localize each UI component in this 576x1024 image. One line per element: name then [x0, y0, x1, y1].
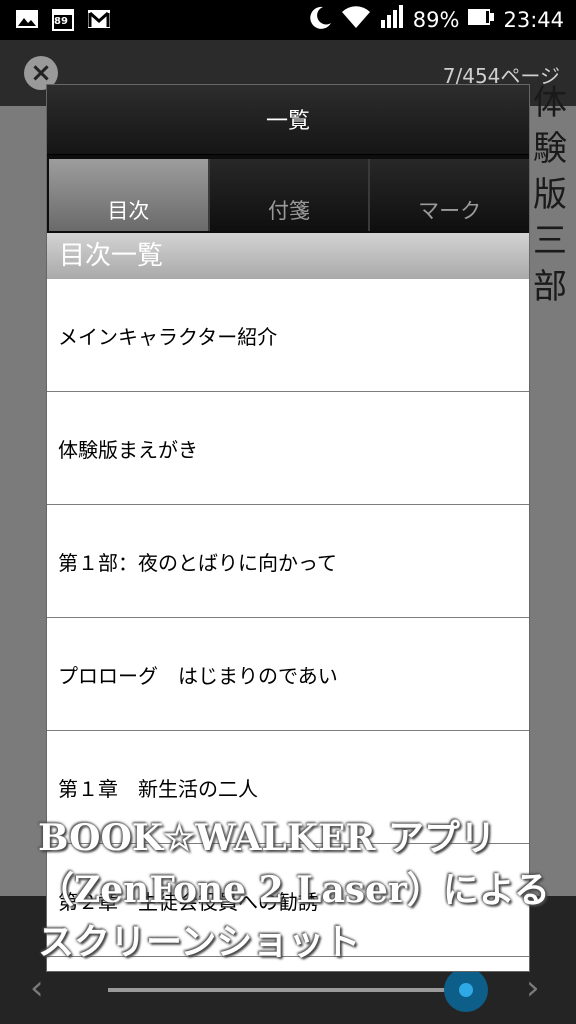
list-item[interactable]: メインキャラクター紹介	[47, 279, 529, 392]
tab-sticky-notes[interactable]: 付箋	[209, 159, 371, 231]
page-slider-thumb[interactable]	[444, 968, 488, 1012]
tab-marks[interactable]: マーク	[370, 159, 529, 231]
page-slider[interactable]	[108, 988, 474, 992]
list-item[interactable]: プロローグ はじまりのであい	[47, 618, 529, 731]
caption-overlay: BOOK☆WALKER アプリ （ZenFone 2 Laser）による スクリ…	[38, 812, 558, 968]
moon-icon	[307, 4, 333, 35]
tab-bar: 目次 付箋 マーク	[49, 159, 529, 231]
battery-percent: 89%	[412, 7, 460, 32]
image-icon	[14, 6, 40, 32]
reader-text-strip: 体験版三部	[533, 83, 567, 307]
dialog-title: 一覧	[47, 85, 529, 155]
caption-line-1: BOOK☆WALKER アプリ	[38, 817, 496, 859]
clock: 23:44	[503, 7, 564, 32]
calendar-icon: 89	[50, 6, 76, 32]
caption-line-3: スクリーンショット	[38, 921, 361, 963]
gmail-icon	[86, 6, 112, 32]
wifi-icon	[341, 4, 371, 35]
battery-icon	[467, 6, 495, 33]
list-item[interactable]: 体験版まえがき	[47, 392, 529, 505]
caption-line-2: （ZenFone 2 Laser）による	[38, 869, 550, 911]
signal-icon	[379, 4, 405, 35]
prev-page-icon[interactable]: ‹	[30, 968, 44, 1008]
status-bar: 89 89% 23:44	[0, 0, 576, 40]
calendar-day: 89	[54, 16, 68, 27]
next-page-icon[interactable]: ›	[526, 968, 540, 1008]
section-header: 目次一覧	[47, 233, 529, 279]
list-item[interactable]: 第１部：夜のとばりに向かって	[47, 505, 529, 618]
tab-toc[interactable]: 目次	[49, 159, 210, 231]
